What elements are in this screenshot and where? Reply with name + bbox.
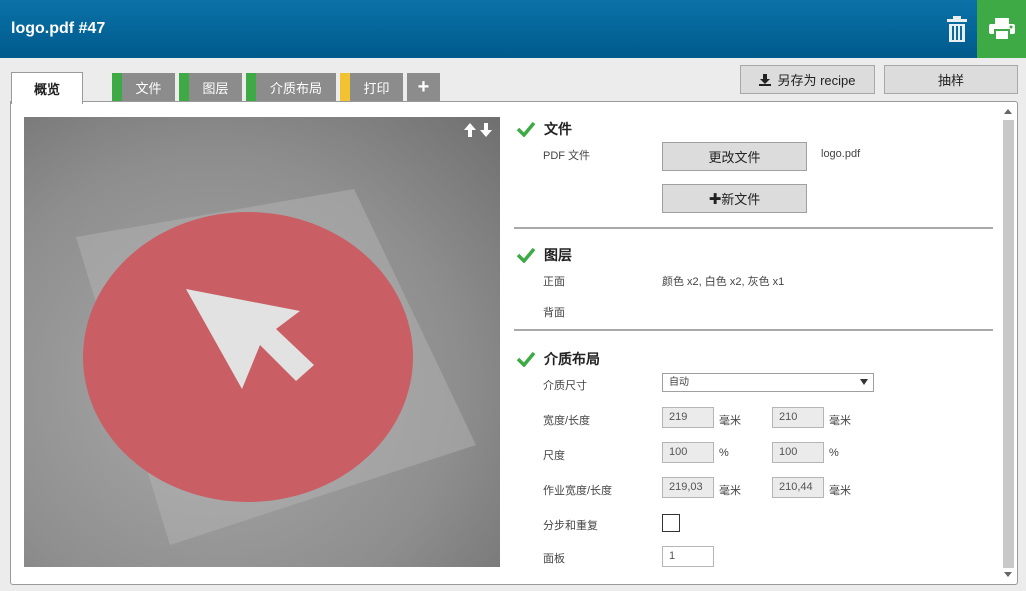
step-repeat-label: 分步和重复 bbox=[543, 520, 598, 532]
plus-icon: ✚ bbox=[708, 190, 722, 208]
tab-label: 文件 bbox=[135, 80, 162, 96]
change-file-button[interactable]: 更改文件 bbox=[662, 142, 807, 171]
add-tab-button[interactable]: + bbox=[407, 73, 440, 101]
section-layers-header: 图层 bbox=[516, 245, 572, 265]
tab-label: 打印 bbox=[363, 80, 390, 96]
delete-button[interactable] bbox=[937, 0, 977, 58]
check-icon bbox=[516, 121, 536, 137]
width-field[interactable]: 219 bbox=[662, 407, 714, 428]
check-icon bbox=[516, 351, 536, 367]
status-stripe bbox=[246, 73, 256, 101]
unit-label: % bbox=[829, 447, 839, 459]
panel-label: 面板 bbox=[543, 553, 565, 565]
save-as-recipe-button[interactable]: 另存为 recipe bbox=[740, 65, 875, 94]
section-title: 文件 bbox=[544, 121, 572, 137]
sample-button[interactable]: 抽样 bbox=[884, 65, 1018, 94]
header-bar: logo.pdf #47 bbox=[0, 0, 1026, 58]
vertical-scrollbar[interactable] bbox=[1001, 106, 1015, 580]
trash-icon bbox=[947, 16, 967, 42]
tab-label: 概览 bbox=[33, 82, 60, 97]
page-title: logo.pdf #47 bbox=[11, 20, 106, 37]
scroll-down-icon[interactable] bbox=[1004, 572, 1012, 577]
length-field[interactable]: 210 bbox=[772, 407, 824, 428]
status-stripe bbox=[340, 73, 350, 101]
download-icon bbox=[759, 73, 772, 86]
section-title: 图层 bbox=[544, 247, 572, 263]
document-preview bbox=[24, 117, 500, 567]
width-length-label: 宽度/长度 bbox=[543, 415, 591, 427]
unit-label: 毫米 bbox=[829, 485, 851, 497]
job-size-label: 作业宽度/长度 bbox=[543, 485, 613, 497]
file-name: logo.pdf bbox=[821, 148, 861, 160]
tab-media-layout[interactable]: 介质布局 bbox=[246, 73, 336, 101]
back-label: 背面 bbox=[543, 307, 565, 319]
scale-y-field[interactable]: 100 bbox=[772, 442, 824, 463]
panel-field[interactable]: 1 bbox=[662, 546, 714, 567]
tab-print[interactable]: 打印 bbox=[340, 73, 403, 101]
section-media-header: 介质布局 bbox=[516, 349, 600, 369]
scroll-up-icon[interactable] bbox=[1004, 109, 1012, 114]
arrow-up-icon[interactable] bbox=[464, 123, 476, 137]
scale-x-field[interactable]: 100 bbox=[662, 442, 714, 463]
printer-icon bbox=[988, 18, 1015, 40]
status-stripe bbox=[179, 73, 189, 101]
new-file-label: 新文件 bbox=[721, 192, 761, 207]
change-file-label: 更改文件 bbox=[708, 150, 761, 165]
front-label: 正面 bbox=[543, 276, 565, 288]
chevron-down-icon bbox=[860, 379, 868, 385]
print-button[interactable] bbox=[977, 0, 1026, 58]
tab-layers[interactable]: 图层 bbox=[179, 73, 242, 101]
job-length-field[interactable]: 210,44 bbox=[772, 477, 824, 498]
media-size-value: 自动 bbox=[669, 377, 689, 388]
section-title: 介质布局 bbox=[544, 351, 600, 367]
status-stripe bbox=[112, 73, 122, 101]
tab-label: 图层 bbox=[202, 80, 229, 96]
unit-label: 毫米 bbox=[829, 415, 851, 427]
front-value: 颜色 x2, 白色 x2, 灰色 x1 bbox=[662, 276, 785, 288]
section-file-header: 文件 bbox=[516, 119, 572, 139]
logo-preview-image bbox=[76, 189, 476, 545]
media-size-label: 介质尺寸 bbox=[543, 380, 587, 392]
unit-label: 毫米 bbox=[719, 415, 741, 427]
sample-label: 抽样 bbox=[937, 73, 964, 88]
media-size-select[interactable]: 自动 bbox=[662, 373, 874, 392]
pdf-file-label: PDF 文件 bbox=[543, 150, 591, 162]
scale-label: 尺度 bbox=[543, 450, 565, 462]
plus-icon: + bbox=[417, 75, 430, 98]
check-icon bbox=[516, 247, 536, 263]
tab-overview[interactable]: 概览 bbox=[11, 72, 83, 104]
divider bbox=[514, 329, 993, 331]
new-file-button[interactable]: ✚ 新文件 bbox=[662, 184, 807, 213]
divider bbox=[514, 227, 993, 229]
tab-file[interactable]: 文件 bbox=[112, 73, 175, 101]
job-width-field[interactable]: 219,03 bbox=[662, 477, 714, 498]
tab-label: 介质布局 bbox=[269, 80, 322, 96]
scrollbar-thumb[interactable] bbox=[1003, 120, 1014, 568]
reorder-arrows[interactable] bbox=[464, 123, 492, 137]
step-repeat-checkbox[interactable] bbox=[662, 514, 680, 532]
unit-label: % bbox=[719, 447, 729, 459]
arrow-down-icon[interactable] bbox=[480, 123, 492, 137]
unit-label: 毫米 bbox=[719, 485, 741, 497]
save-as-recipe-label: 另存为 recipe bbox=[777, 73, 856, 88]
